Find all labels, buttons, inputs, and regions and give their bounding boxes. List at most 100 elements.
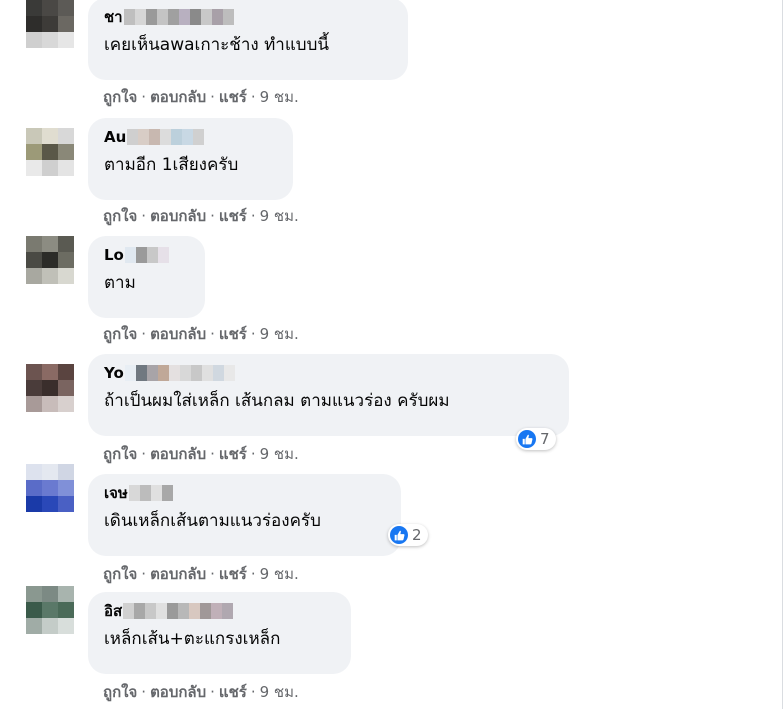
share-link[interactable]: แชร์ (219, 207, 247, 225)
avatar-pixel (42, 602, 58, 618)
avatar-pixel (42, 144, 58, 160)
avatar-pixel (58, 464, 74, 480)
reply-link[interactable]: ตอบกลับ (150, 683, 206, 701)
author-name-redacted (124, 365, 235, 381)
comment-text: ตาม (104, 273, 136, 293)
avatar-pixel (42, 618, 58, 634)
redaction-pixel (127, 129, 139, 145)
like-link[interactable]: ถูกใจ (103, 683, 137, 701)
share-link[interactable]: แชร์ (219, 88, 247, 106)
avatar-pixel (58, 32, 74, 48)
like-link[interactable]: ถูกใจ (103, 565, 137, 583)
author-name[interactable]: เจษ (104, 484, 128, 502)
avatar-pixel (42, 380, 58, 396)
avatar[interactable] (26, 128, 74, 176)
avatar-pixel (58, 16, 74, 32)
avatar-pixel (58, 160, 74, 176)
comment-bubble: Lo ตาม (88, 236, 205, 318)
separator-dot: · (210, 325, 215, 343)
author-name[interactable]: Yo (104, 364, 124, 382)
like-link[interactable]: ถูกใจ (103, 207, 137, 225)
avatar-pixel (42, 32, 58, 48)
comment-bubble: เจษ เดินเหล็กเส้นตามแนวร่องครับ (88, 474, 401, 556)
redaction-pixel (146, 365, 158, 381)
avatar-pixel (26, 252, 42, 268)
avatar[interactable] (26, 236, 74, 284)
like-link[interactable]: ถูกใจ (103, 325, 137, 343)
reaction-count-badge[interactable]: 2 (388, 524, 428, 546)
redaction-pixel (135, 365, 147, 381)
comment-timestamp[interactable]: 9 ชม. (260, 445, 299, 463)
avatar-pixel (58, 496, 74, 512)
separator-dot: · (141, 88, 147, 106)
redaction-pixel (123, 603, 135, 619)
redaction-pixel (201, 365, 213, 381)
author-name[interactable]: Lo (104, 246, 124, 264)
redaction-pixel (223, 365, 235, 381)
redaction-pixel (222, 603, 234, 619)
redaction-pixel (179, 365, 191, 381)
avatar-pixel (26, 602, 42, 618)
avatar-pixel (26, 586, 42, 602)
author-name[interactable]: อิส (104, 602, 122, 620)
share-link[interactable]: แชร์ (219, 565, 247, 583)
avatar-pixel (42, 128, 58, 144)
author-name[interactable]: Au (104, 128, 126, 146)
comment-author[interactable]: อิส (104, 602, 335, 620)
share-link[interactable]: แชร์ (219, 683, 247, 701)
comment-author[interactable]: Au (104, 128, 277, 146)
avatar-pixel (26, 618, 42, 634)
reply-link[interactable]: ตอบกลับ (150, 445, 206, 463)
avatar-pixel (42, 396, 58, 412)
share-link[interactable]: แชร์ (219, 325, 247, 343)
avatar-pixel (58, 144, 74, 160)
avatar-pixel (58, 380, 74, 396)
redaction-pixel (200, 603, 212, 619)
share-link[interactable]: แชร์ (219, 445, 247, 463)
reaction-count-badge[interactable]: 7 (516, 428, 556, 450)
redaction-pixel (182, 129, 194, 145)
comment-author[interactable]: เจษ (104, 484, 385, 502)
redaction-pixel (145, 603, 157, 619)
avatar-pixel (42, 480, 58, 496)
redaction-pixel (124, 365, 136, 381)
like-link[interactable]: ถูกใจ (103, 88, 137, 106)
comment-timestamp[interactable]: 9 ชม. (260, 683, 299, 701)
comment-text: เหล็กเส้น+ตะแกรงเหล็ก (104, 629, 281, 649)
comment-timestamp[interactable]: 9 ชม. (260, 565, 299, 583)
comment-author[interactable]: Yo (104, 364, 553, 382)
reply-link[interactable]: ตอบกลับ (150, 565, 206, 583)
redaction-pixel (167, 9, 179, 25)
redaction-pixel (189, 603, 201, 619)
reply-link[interactable]: ตอบกลับ (150, 207, 206, 225)
comment-timestamp[interactable]: 9 ชม. (260, 207, 299, 225)
redaction-pixel (193, 129, 205, 145)
author-name-redacted (123, 9, 234, 25)
author-name[interactable]: ชา (104, 8, 123, 26)
avatar-pixel (26, 268, 42, 284)
avatar[interactable] (26, 0, 74, 48)
avatar-pixel (42, 586, 58, 602)
comment-timestamp[interactable]: 9 ชม. (260, 88, 299, 106)
comment-actions: ถูกใจ · ตอบกลับ · แชร์ · 9 ชม. (103, 680, 299, 704)
separator-dot: · (250, 325, 256, 343)
redaction-pixel (157, 365, 169, 381)
comment-author[interactable]: ชา (104, 8, 392, 26)
avatar[interactable] (26, 586, 74, 634)
like-link[interactable]: ถูกใจ (103, 445, 137, 463)
avatar-pixel (26, 364, 42, 380)
author-name-redacted (128, 485, 173, 501)
comment-author[interactable]: Lo (104, 246, 189, 264)
redaction-pixel (211, 9, 223, 25)
avatar-pixel (26, 236, 42, 252)
redaction-pixel (161, 485, 173, 501)
reply-link[interactable]: ตอบกลับ (150, 325, 206, 343)
avatar[interactable] (26, 364, 74, 412)
comment-timestamp[interactable]: 9 ชม. (260, 325, 299, 343)
avatar-pixel (58, 364, 74, 380)
reply-link[interactable]: ตอบกลับ (150, 88, 206, 106)
avatar[interactable] (26, 464, 74, 512)
separator-dot: · (210, 683, 215, 701)
redaction-pixel (168, 365, 180, 381)
avatar-pixel (58, 618, 74, 634)
